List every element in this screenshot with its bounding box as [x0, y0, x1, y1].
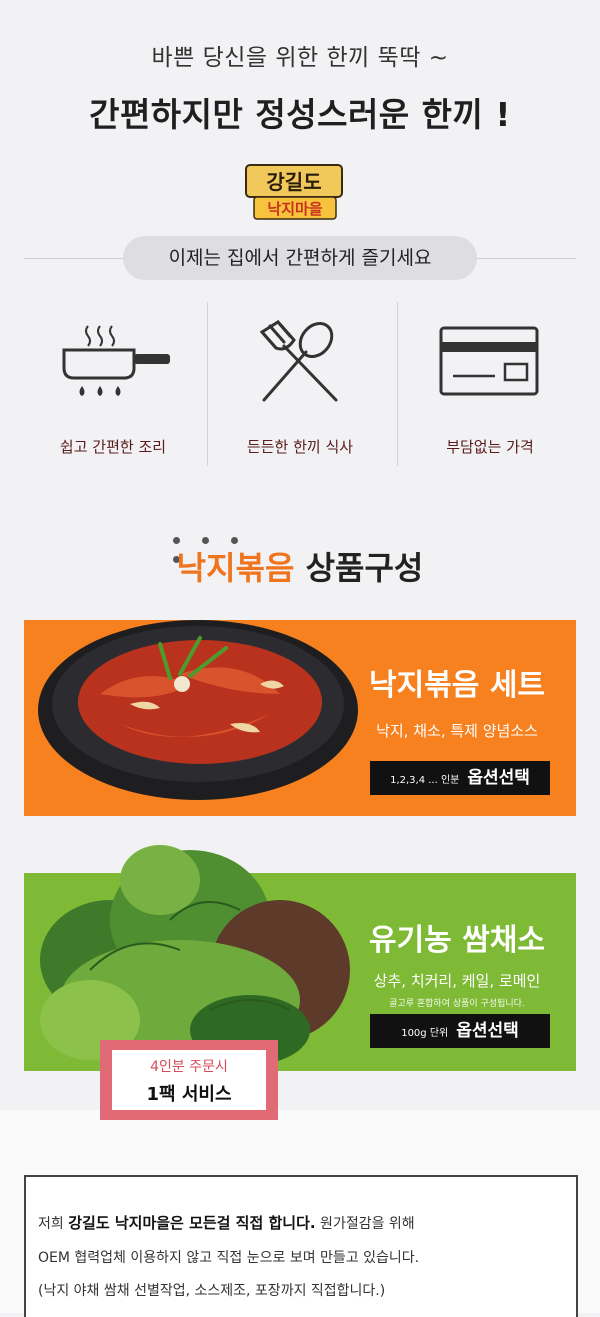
card-icon [439, 326, 539, 396]
feature-label: 든든한 한끼 식사 [246, 438, 354, 456]
brand-logo: 강길도 낙지마을 [240, 163, 350, 223]
product-note: 골고루 혼합하여 상품이 구성됩니다. [389, 999, 525, 1009]
ticket-condition: 4인분 주문시 [150, 1059, 228, 1075]
feature-label: 쉽고 간편한 조리 [59, 438, 167, 456]
octopus-dish-image [30, 604, 360, 804]
feature-easy-cooking: 쉽고 간편한 조리 [20, 302, 206, 466]
tagline-pill: 이제는 집에서 간편하게 즐기세요 [123, 236, 477, 280]
section-title: 낙지볶음 상품구성 [176, 549, 424, 587]
option-select-button[interactable]: 100g 단위 옵션선택 [370, 1014, 550, 1048]
greens-image [30, 840, 350, 1070]
product-title: 낙지볶음 세트 [368, 668, 546, 703]
decorative-dots [173, 529, 279, 563]
notice-line-3: (낙지 야채 쌈채 선별작업, 소스제조, 포장까지 직접합니다.) [38, 1283, 386, 1299]
product-subtitle: 상추, 치커리, 케일, 로메인 [373, 972, 541, 990]
product-subtitle: 낙지, 채소, 특제 양념소스 [376, 722, 538, 740]
service-ticket: 4인분 주문시 1팩 서비스 [100, 1040, 278, 1120]
header-title: 간편하지만 정성스러운 한끼 ! [89, 95, 511, 134]
svg-text:강길도: 강길도 [266, 170, 321, 194]
product-title: 유기농 쌈채소 [368, 923, 546, 958]
notice-line-1: 저희 강길도 낙지마을은 모든걸 직접 합니다. 원가절감을 위해 [38, 1214, 415, 1232]
svg-text:낙지마을: 낙지마을 [267, 200, 322, 218]
fork-spoon-icon [259, 320, 338, 402]
feature-hearty-meal: 든든한 한끼 식사 [207, 302, 393, 466]
pan-icon [62, 325, 170, 396]
ticket-benefit: 1팩 서비스 [146, 1084, 232, 1105]
feature-label: 부담없는 가격 [446, 438, 534, 456]
header-subtitle: 바쁜 당신을 위한 한끼 뚝딱 ~ [151, 45, 449, 71]
notice-line-2: OEM 협력업체 이용하지 않고 직접 눈으로 보며 만들고 있습니다. [38, 1250, 420, 1266]
option-select-button[interactable]: 1,2,3,4 ... 인분 옵션선택 [370, 761, 550, 795]
feature-affordable: 부담없는 가격 [397, 302, 583, 466]
